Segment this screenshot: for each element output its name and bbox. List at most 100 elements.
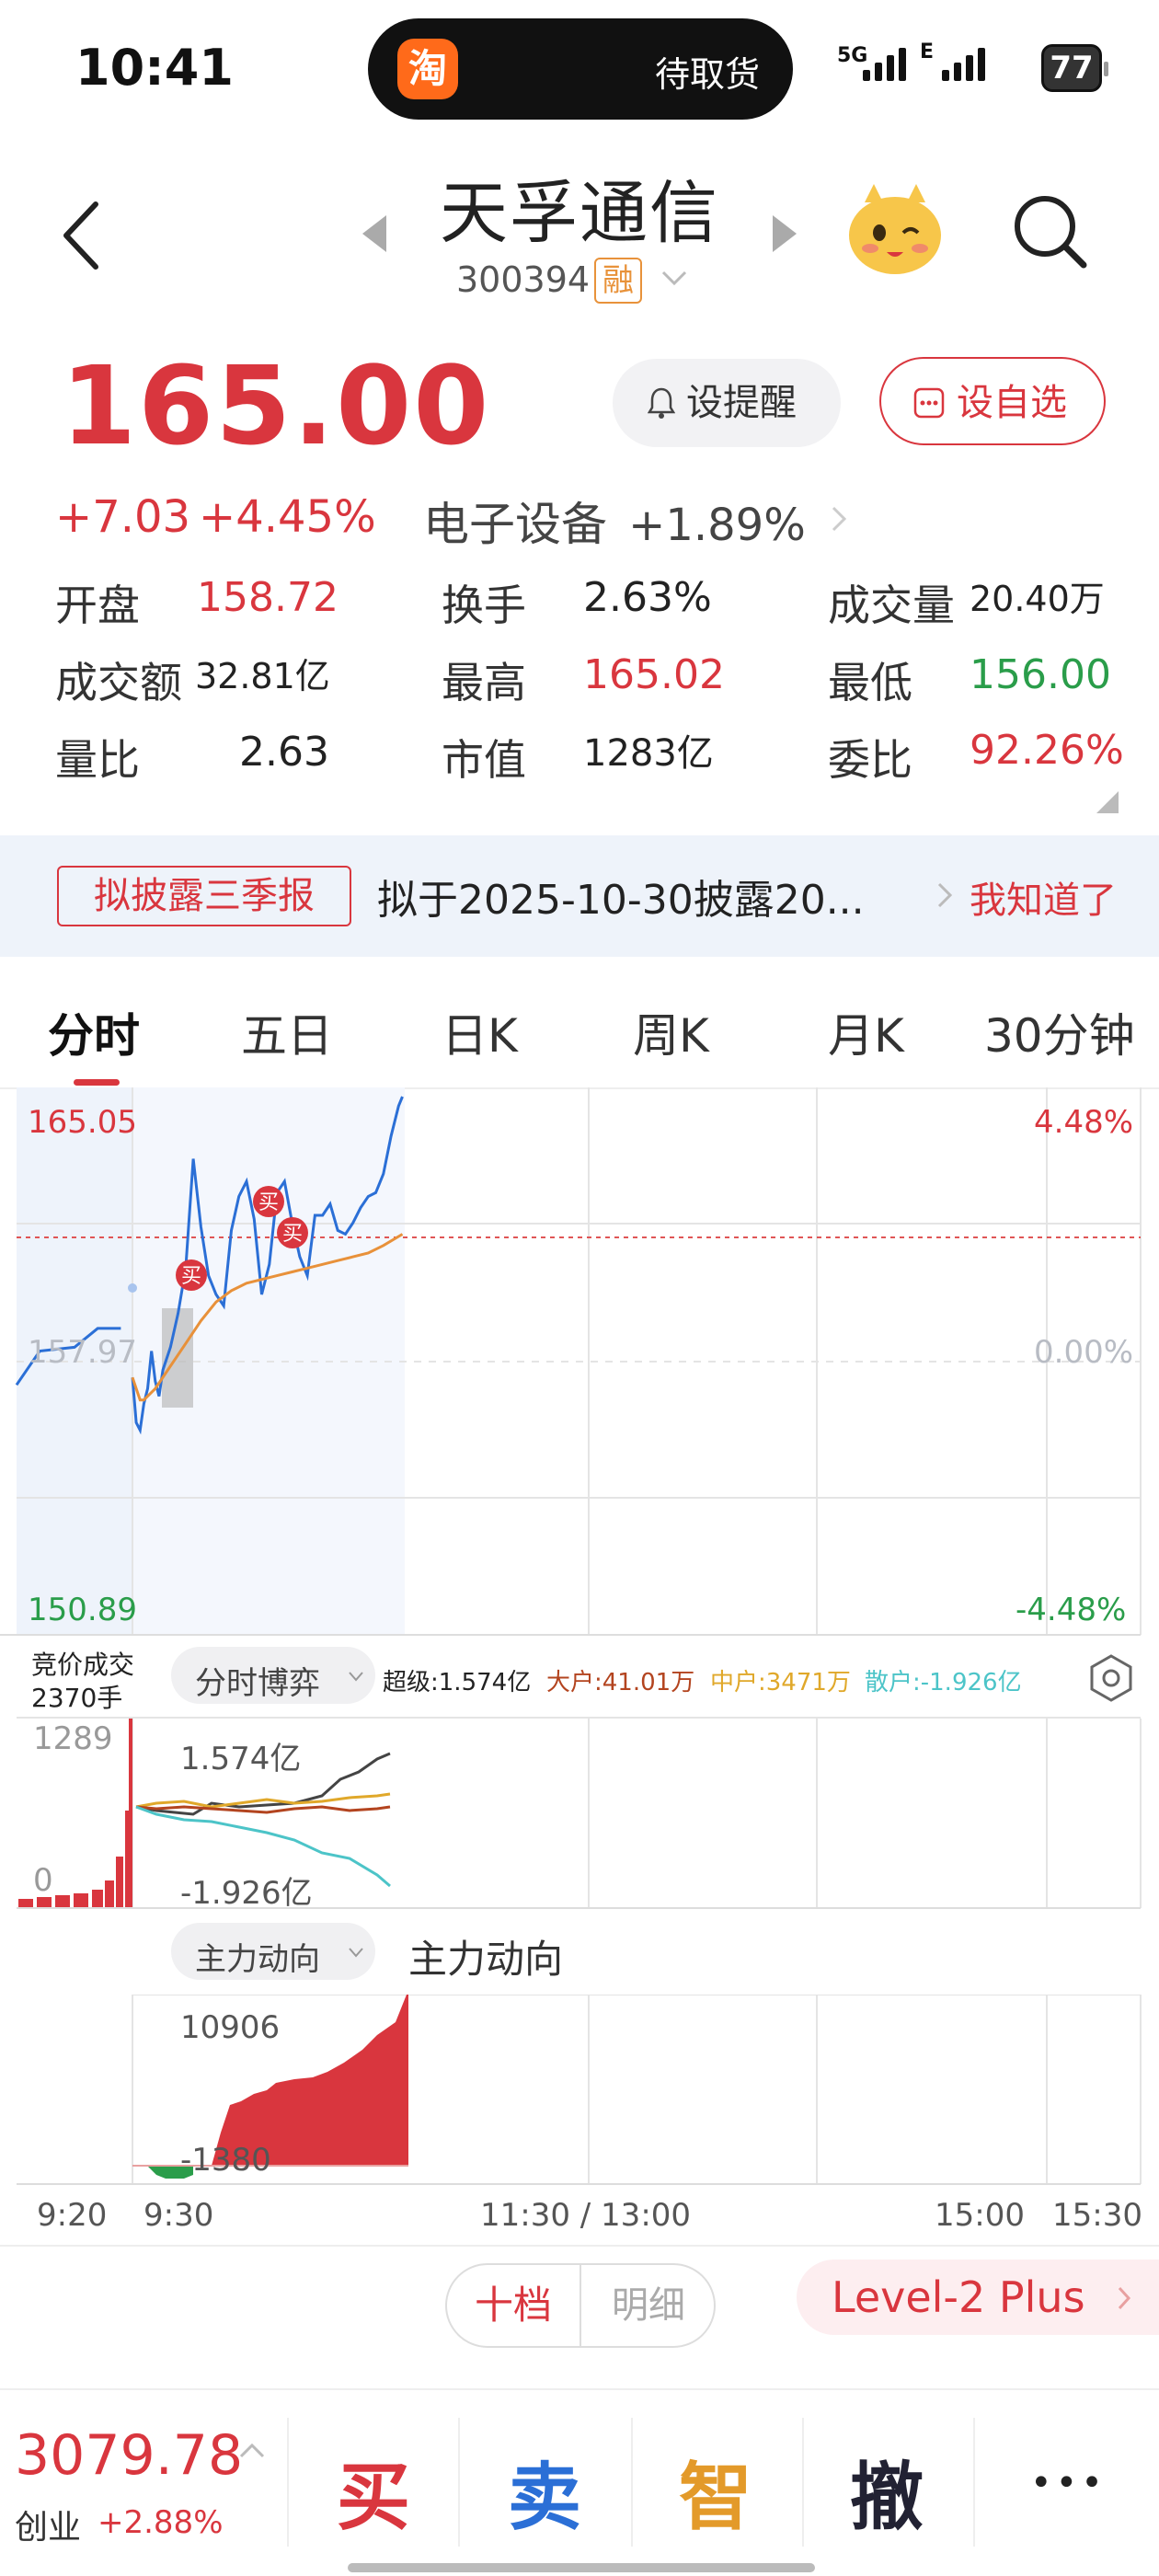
more-button[interactable]: ••• xyxy=(1030,2462,1107,2504)
flow-big-legend: 大户:41.01万 xyxy=(546,1669,695,1696)
chevron-down-icon xyxy=(349,1948,363,1958)
divider xyxy=(802,2418,804,2547)
orderbook-tabs: 十档 明细 xyxy=(445,2263,716,2348)
tab-monthly-k[interactable]: 月K xyxy=(828,999,904,1065)
chevron-up-icon[interactable] xyxy=(239,2442,265,2458)
stat-label: 量比 xyxy=(55,735,140,785)
watchlist-icon xyxy=(913,387,945,419)
notice-text: 拟于2025-10-30披露20... xyxy=(377,877,865,924)
divider xyxy=(631,2418,633,2547)
divider xyxy=(973,2418,975,2547)
home-indicator xyxy=(348,2563,815,2572)
stat-value: 92.26% xyxy=(970,727,1124,774)
flow-left-zero: 0 xyxy=(33,1862,53,1899)
stat-label: 成交额 xyxy=(55,658,182,707)
mascot-icon[interactable] xyxy=(846,182,944,278)
tab-ten-levels[interactable]: 十档 xyxy=(447,2265,581,2346)
buy-marker[interactable]: 买 xyxy=(176,1259,207,1291)
buy-button[interactable]: 买 xyxy=(337,2438,410,2545)
divider xyxy=(458,2418,460,2547)
stat-label: 成交量 xyxy=(828,581,955,630)
mainforce-min-label: -1380 xyxy=(180,2142,271,2179)
dismiss-notice-button[interactable]: 我知道了 xyxy=(970,870,1117,924)
tab-weekly-k[interactable]: 周K xyxy=(633,999,709,1065)
index-pct: +2.88% xyxy=(98,2504,224,2541)
prev-stock-icon[interactable] xyxy=(361,213,388,254)
flow-mid-legend: 中户:3471万 xyxy=(710,1669,851,1696)
notice-tag: 拟披露三季报 xyxy=(57,866,351,926)
tab-five-day[interactable]: 五日 xyxy=(241,999,333,1065)
flow-max-label: 1.574亿 xyxy=(180,1741,302,1777)
stat-value: 1283亿 xyxy=(583,732,714,775)
time-tick: 9:30 xyxy=(143,2197,214,2234)
sector-link[interactable]: 电子设备 +1.89% xyxy=(423,488,847,552)
divider xyxy=(0,1634,1141,1636)
tab-intraday[interactable]: 分时 xyxy=(48,999,140,1065)
flow-dropdown-label: 分时博弈 xyxy=(195,1665,320,1702)
network-e-label: E xyxy=(920,40,935,63)
pct-axis-mid: 0.00% xyxy=(1034,1334,1134,1371)
island-status-text: 待取货 xyxy=(654,54,760,95)
dynamic-island[interactable]: 淘 待取货 xyxy=(368,18,793,120)
stat-value: 32.81亿 xyxy=(195,656,330,696)
flow-dropdown[interactable]: 分时博弈 xyxy=(171,1647,375,1704)
status-time: 10:41 xyxy=(75,39,234,97)
margin-trading-badge: 融 xyxy=(594,258,642,304)
tab-details[interactable]: 明细 xyxy=(581,2265,714,2346)
stat-label: 换手 xyxy=(442,581,526,630)
smart-button[interactable]: 智 xyxy=(679,2438,752,2545)
sector-name: 电子设备 xyxy=(423,498,607,551)
disclosure-notice[interactable]: 拟披露三季报 拟于2025-10-30披露20... 我知道了 xyxy=(0,835,1159,957)
session-start-dot xyxy=(128,1283,137,1293)
svg-text:买: 买 xyxy=(181,1265,201,1288)
flow-super-legend: 超级:1.574亿 xyxy=(383,1669,532,1696)
stat-label: 委比 xyxy=(828,735,912,785)
back-icon[interactable] xyxy=(59,199,105,272)
tab-30min[interactable]: 30分钟 xyxy=(984,999,1135,1065)
buy-marker[interactable]: 买 xyxy=(277,1217,308,1248)
add-watchlist-button[interactable]: 设自选 xyxy=(879,357,1106,445)
stat-value: 2.63% xyxy=(583,574,712,621)
y-axis-mid: 157.97 xyxy=(28,1334,137,1371)
time-tick: 9:20 xyxy=(37,2197,108,2234)
next-stock-icon[interactable] xyxy=(771,213,798,254)
flow-chart xyxy=(17,1719,1142,1909)
stat-value: 158.72 xyxy=(197,574,339,621)
pct-axis-high: 4.48% xyxy=(1034,1104,1134,1141)
time-tick: 15:30 xyxy=(1052,2197,1142,2234)
price-change: +7.03 xyxy=(55,491,191,543)
tab-daily-k[interactable]: 日K xyxy=(442,999,518,1065)
set-alert-label: 设提醒 xyxy=(686,382,797,424)
flow-left-top: 1289 xyxy=(33,1720,113,1757)
chevron-down-icon[interactable] xyxy=(660,269,688,287)
add-watchlist-label: 设自选 xyxy=(957,382,1067,424)
stat-value: 2.63 xyxy=(239,729,329,776)
settings-icon[interactable] xyxy=(1085,1652,1137,1704)
set-alert-button[interactable]: 设提醒 xyxy=(613,359,841,447)
y-axis-low: 150.89 xyxy=(28,1592,137,1628)
svg-text:买: 买 xyxy=(282,1223,303,1246)
cancel-order-button[interactable]: 撤 xyxy=(850,2438,924,2545)
current-price: 165.00 xyxy=(61,342,491,469)
buy-marker[interactable]: 买 xyxy=(253,1186,284,1217)
stat-value: 20.40万 xyxy=(970,579,1105,619)
intraday-chart[interactable]: 买买买 xyxy=(0,1087,1159,1639)
svg-text:买: 买 xyxy=(258,1191,279,1214)
stat-value: 165.02 xyxy=(583,651,725,698)
search-icon[interactable] xyxy=(1012,193,1089,270)
taobao-app-icon: 淘 xyxy=(397,39,458,99)
expand-corner-icon[interactable] xyxy=(1096,791,1119,813)
mainforce-dropdown[interactable]: 主力动向 xyxy=(171,1923,375,1980)
stat-label: 开盘 xyxy=(55,581,140,630)
chevron-right-icon xyxy=(1118,2286,1131,2310)
mainforce-title: 主力动向 xyxy=(408,1937,564,1982)
sell-button[interactable]: 卖 xyxy=(508,2438,581,2545)
mainforce-chart xyxy=(17,1995,1142,2185)
y-axis-high: 165.05 xyxy=(28,1104,137,1141)
flow-min-label: -1.926亿 xyxy=(180,1875,313,1912)
level2-plus-button[interactable]: Level-2 Plus xyxy=(797,2260,1159,2335)
stat-label: 最高 xyxy=(442,658,526,707)
auction-volume: 2370手 xyxy=(31,1683,123,1713)
time-tick: 15:00 xyxy=(935,2197,1025,2234)
price-change-pct: +4.45% xyxy=(199,491,376,543)
